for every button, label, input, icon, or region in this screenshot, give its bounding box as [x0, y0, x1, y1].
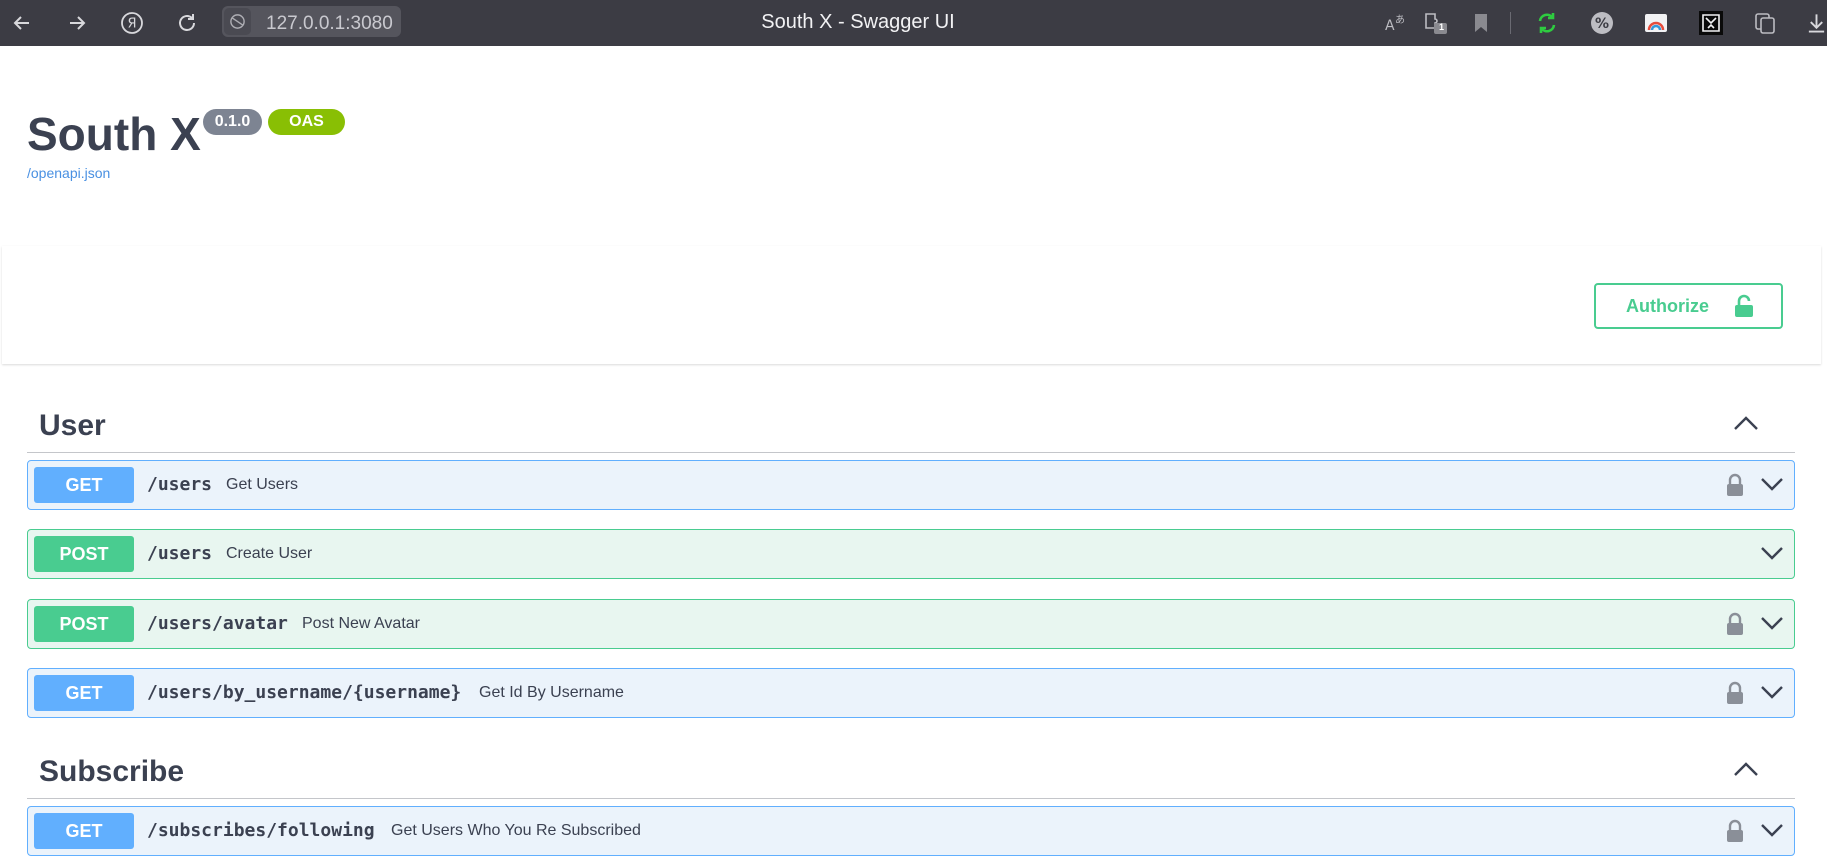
lock-icon[interactable]: [1726, 473, 1744, 502]
tag-title: User: [39, 409, 106, 442]
lock-icon[interactable]: [1726, 612, 1744, 641]
operation-summary: Get Users: [226, 476, 299, 493]
svg-text:A: A: [1385, 18, 1395, 34]
chevron-down-icon[interactable]: [1760, 477, 1784, 496]
operation-get-subscribes-following[interactable]: GET /subscribes/following Get Users Who …: [27, 806, 1795, 856]
svg-text:%: %: [1595, 16, 1609, 32]
openapi-spec-link[interactable]: /openapi.json: [27, 165, 110, 181]
operation-post-users[interactable]: POST /users Create User: [27, 529, 1795, 579]
chevron-down-icon[interactable]: [1760, 823, 1784, 842]
operation-get-user-by-username[interactable]: GET /users/by_username/{username} Get Id…: [27, 668, 1795, 718]
lock-icon[interactable]: [1726, 819, 1744, 848]
download-icon[interactable]: [1806, 9, 1827, 37]
lock-icon[interactable]: [1726, 681, 1744, 710]
method-badge: POST: [34, 536, 134, 572]
tag-section-user[interactable]: User: [27, 393, 1795, 453]
svg-text:あ: あ: [1395, 14, 1405, 26]
tag-section-subscribe[interactable]: Subscribe: [27, 739, 1795, 799]
operation-summary: Create User: [226, 545, 313, 562]
method-badge: GET: [34, 813, 134, 849]
bookmark-icon[interactable]: [1467, 9, 1495, 37]
operation-get-users[interactable]: GET /users Get Users: [27, 460, 1795, 510]
chevron-up-icon[interactable]: [1733, 761, 1759, 782]
extensions-icon[interactable]: 1: [1422, 9, 1450, 37]
operation-post-users-avatar[interactable]: POST /users/avatar Post New Avatar: [27, 599, 1795, 649]
dark-box-icon[interactable]: [1697, 9, 1725, 37]
chevron-down-icon[interactable]: [1760, 685, 1784, 704]
extension-badge: 1: [1439, 22, 1445, 32]
rainbow-icon[interactable]: [1642, 9, 1670, 37]
oas-badge: OAS 3.1: [268, 109, 345, 156]
method-badge: GET: [34, 675, 134, 711]
authorize-button[interactable]: Authorize: [1594, 283, 1783, 329]
chevron-up-icon[interactable]: [1733, 415, 1759, 436]
operation-summary: Post New Avatar: [302, 615, 420, 632]
toolbar-divider: [1510, 12, 1511, 34]
collections-icon[interactable]: [1751, 9, 1779, 37]
method-badge: GET: [34, 467, 134, 503]
operation-path: /users: [147, 543, 213, 564]
sync-icon[interactable]: [1533, 9, 1561, 37]
tab-title: South X - Swagger UI: [761, 11, 955, 33]
browser-toolbar: Я 127.0.0.1:3080 South X - Swagger UI Aあ…: [0, 0, 1827, 46]
operation-summary: Get Id By Username: [479, 684, 624, 701]
operation-path: /users/avatar: [147, 613, 288, 634]
chevron-down-icon[interactable]: [1760, 546, 1784, 565]
version-badge: 0.1.0: [203, 109, 262, 135]
operation-path: /users: [147, 474, 213, 495]
method-badge: POST: [34, 606, 134, 642]
translate-icon[interactable]: Aあ: [1382, 9, 1410, 37]
percent-icon[interactable]: %: [1588, 9, 1616, 37]
api-title: South X: [27, 108, 201, 160]
unlock-icon: [1734, 294, 1754, 323]
authorize-label: Authorize: [1626, 295, 1709, 316]
operation-path: /subscribes/following: [147, 820, 375, 841]
tag-title: Subscribe: [39, 755, 185, 788]
operation-path: /users/by_username/{username}: [147, 682, 462, 703]
operation-summary: Get Users Who You Re Subscribed: [391, 822, 641, 839]
scheme-container: [2, 246, 1821, 364]
chevron-down-icon[interactable]: [1760, 616, 1784, 635]
